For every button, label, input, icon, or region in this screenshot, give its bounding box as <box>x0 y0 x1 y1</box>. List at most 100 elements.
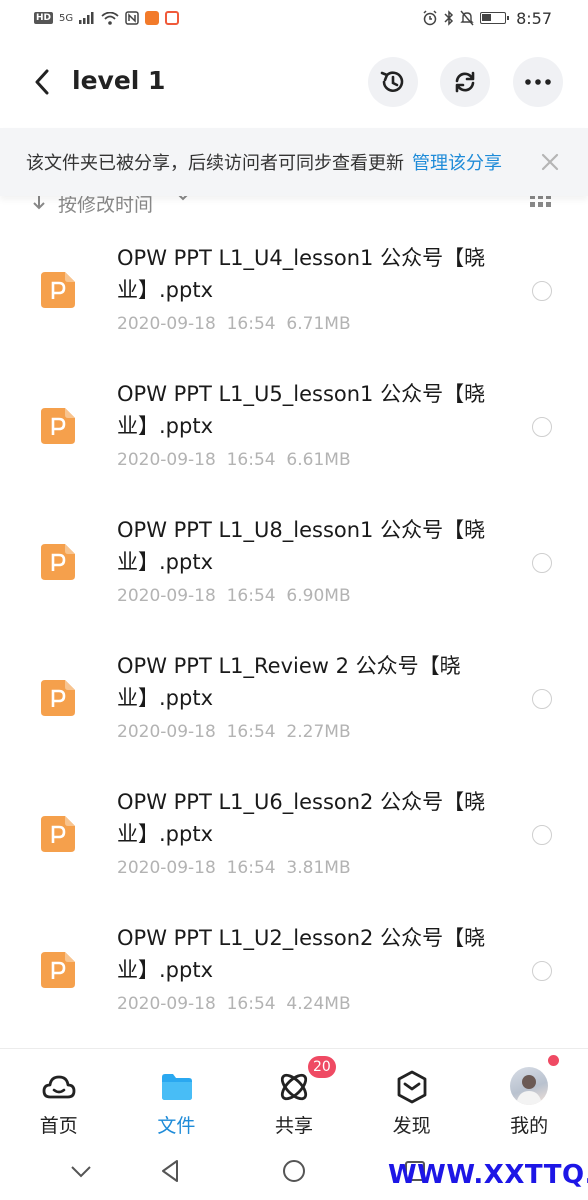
page-title: level 1 <box>72 66 166 95</box>
home-circle-icon[interactable] <box>279 1156 309 1186</box>
select-checkbox[interactable] <box>532 689 552 709</box>
wifi-icon <box>101 11 119 25</box>
app-notification-icon-2 <box>165 11 180 25</box>
select-checkbox[interactable] <box>532 825 552 845</box>
select-checkbox[interactable] <box>532 417 552 437</box>
battery-icon <box>480 12 510 24</box>
file-meta: 2020-09-18 16:54 6.90MB <box>117 586 351 606</box>
manage-share-link[interactable]: 管理该分享 <box>412 149 502 175</box>
nav-item-files[interactable]: 文件 <box>118 1049 236 1145</box>
pptx-file-icon <box>41 816 75 852</box>
file-time: 16:54 <box>226 314 276 334</box>
clock: 8:57 <box>516 8 552 28</box>
nfc-icon <box>125 11 139 25</box>
home-cloud-icon <box>42 1075 76 1099</box>
file-size: 6.71MB <box>286 314 351 334</box>
discover-cube-icon <box>397 1070 427 1104</box>
nav-label-home: 首页 <box>39 1115 78 1137</box>
file-date: 2020-09-18 <box>117 314 216 334</box>
select-checkbox[interactable] <box>532 281 552 301</box>
hide-keyboard-icon[interactable] <box>66 1156 96 1186</box>
file-date: 2020-09-18 <box>117 450 216 470</box>
file-row[interactable]: OPW PPT L1_U5_lesson1 公众号【晓业】.pptx 2020-… <box>0 362 588 498</box>
file-name: OPW PPT L1_U8_lesson1 公众号【晓业】.pptx <box>117 518 486 574</box>
nav-item-profile[interactable]: 我的 <box>470 1049 588 1145</box>
back-button[interactable] <box>26 62 58 102</box>
pptx-file-icon <box>41 544 75 580</box>
history-button[interactable] <box>368 57 418 107</box>
file-name: OPW PPT L1_U5_lesson1 公众号【晓业】.pptx <box>117 382 486 438</box>
profile-notification-dot <box>548 1055 559 1066</box>
network-type: 5G <box>59 12 74 24</box>
file-row[interactable]: OPW PPT L1_U8_lesson1 公众号【晓业】.pptx 2020-… <box>0 498 588 634</box>
file-time: 16:54 <box>226 994 276 1014</box>
file-name: OPW PPT L1_U4_lesson1 公众号【晓业】.pptx <box>117 246 486 302</box>
file-name: OPW PPT L1_Review 2 公众号【晓业】.pptx <box>117 654 461 710</box>
file-meta: 2020-09-18 16:54 4.24MB <box>117 994 351 1014</box>
banner-close-button[interactable] <box>538 150 562 174</box>
watermark-text: WWW.XXTTQ.COM <box>388 1160 588 1190</box>
file-size: 2.27MB <box>286 722 351 742</box>
pptx-file-icon <box>41 272 75 308</box>
file-size: 3.81MB <box>286 858 351 878</box>
file-meta: 2020-09-18 16:54 3.81MB <box>117 858 351 878</box>
back-triangle-icon[interactable] <box>156 1156 186 1186</box>
more-icon <box>525 79 551 85</box>
file-meta: 2020-09-18 16:54 6.71MB <box>117 314 351 334</box>
nav-label-profile: 我的 <box>510 1115 549 1137</box>
file-time: 16:54 <box>226 722 276 742</box>
file-date: 2020-09-18 <box>117 722 216 742</box>
status-left: HD 5G <box>34 11 180 25</box>
nav-label-discover: 发现 <box>392 1115 431 1137</box>
file-date: 2020-09-18 <box>117 586 216 606</box>
file-name: OPW PPT L1_U2_lesson2 公众号【晓业】.pptx <box>117 926 486 982</box>
app-notification-icon <box>145 11 160 25</box>
hd-badge: HD <box>34 12 54 24</box>
bottom-nav: 首页 文件 共享 发现 我的 <box>0 1048 588 1144</box>
alarm-icon <box>423 10 437 26</box>
file-row[interactable]: OPW PPT L1_U4_lesson1 公众号【晓业】.pptx 2020-… <box>0 226 588 362</box>
file-row[interactable]: OPW PPT L1_U2_lesson2 公众号【晓业】.pptx 2020-… <box>0 906 588 1042</box>
status-bar: HD 5G 8:57 <box>0 0 588 36</box>
file-size: 6.61MB <box>286 450 351 470</box>
app-screen: HD 5G 8:57 level 1 该文件夹已被分享，后续访问者可同步查看更新… <box>0 0 588 1200</box>
sync-icon <box>455 71 475 93</box>
share-atom-icon <box>281 1073 308 1101</box>
avatar <box>510 1067 549 1105</box>
mute-icon <box>460 10 474 26</box>
share-banner: 该文件夹已被分享，后续访问者可同步查看更新 管理该分享 <box>0 128 588 196</box>
file-time: 16:54 <box>226 450 276 470</box>
chevron-left-icon <box>35 69 49 95</box>
nav-label-files: 文件 <box>157 1115 196 1137</box>
signal-icon <box>79 12 94 24</box>
file-time: 16:54 <box>226 586 276 606</box>
file-date: 2020-09-18 <box>117 858 216 878</box>
pptx-file-icon <box>41 680 75 716</box>
nav-item-discover[interactable]: 发现 <box>353 1049 471 1145</box>
history-icon <box>380 71 404 92</box>
nav-label-share: 共享 <box>274 1115 313 1137</box>
file-time: 16:54 <box>226 858 276 878</box>
pptx-file-icon <box>41 952 75 988</box>
file-row[interactable]: OPW PPT L1_U6_lesson2 公众号【晓业】.pptx 2020-… <box>0 770 588 906</box>
status-right: 8:57 <box>422 9 552 28</box>
file-date: 2020-09-18 <box>117 994 216 1014</box>
file-name: OPW PPT L1_U6_lesson2 公众号【晓业】.pptx <box>117 790 486 846</box>
more-button[interactable] <box>513 57 563 107</box>
grid-view-icon[interactable] <box>530 194 552 208</box>
nav-item-home[interactable]: 首页 <box>0 1049 118 1145</box>
bluetooth-icon <box>444 10 454 26</box>
file-row[interactable]: OPW PPT L1_Review 2 公众号【晓业】.pptx 2020-09… <box>0 634 588 770</box>
select-checkbox[interactable] <box>532 553 552 573</box>
sync-button[interactable] <box>440 57 490 107</box>
share-banner-text: 该文件夹已被分享，后续访问者可同步查看更新 <box>26 153 404 174</box>
select-checkbox[interactable] <box>532 961 552 981</box>
share-count-badge: 20 <box>308 1056 336 1078</box>
file-meta: 2020-09-18 16:54 2.27MB <box>117 722 351 742</box>
folder-icon <box>161 1074 192 1100</box>
pptx-file-icon <box>41 408 75 444</box>
file-size: 4.24MB <box>286 994 351 1014</box>
close-icon <box>541 153 559 171</box>
file-meta: 2020-09-18 16:54 6.61MB <box>117 450 351 470</box>
avatar-image <box>516 1075 543 1105</box>
